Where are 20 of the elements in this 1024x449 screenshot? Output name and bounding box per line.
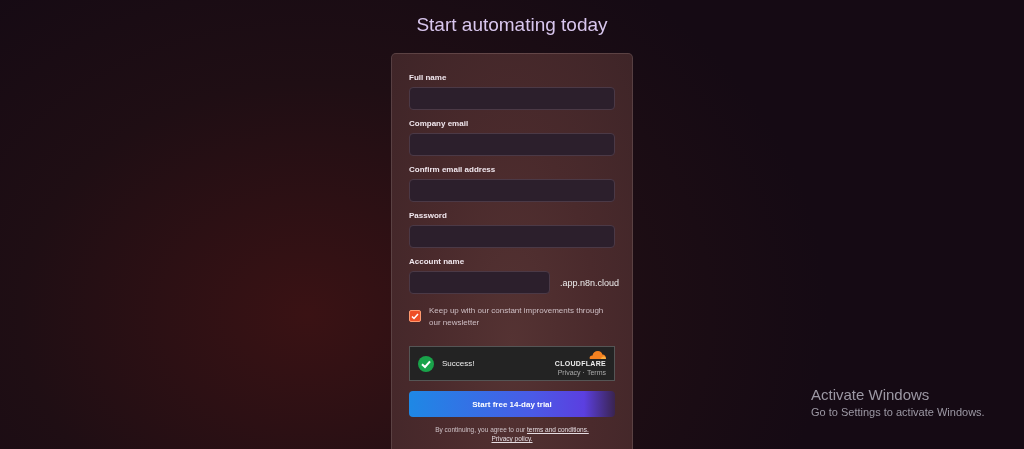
field-label: Full name bbox=[409, 73, 448, 83]
newsletter-label: Keep up with our constant improvements through our newsletter bbox=[429, 305, 605, 329]
input-field[interactable] bbox=[409, 225, 615, 248]
field-label: Password bbox=[409, 211, 448, 221]
input-field[interactable] bbox=[409, 271, 550, 294]
success-check-icon bbox=[418, 355, 434, 372]
field-label: Company email bbox=[409, 119, 470, 129]
page-title: Start automating today bbox=[416, 13, 608, 37]
start-trial-button[interactable]: Start free 14-day trial bbox=[409, 391, 615, 417]
activation-title: Activate Windows bbox=[811, 386, 931, 403]
input-field[interactable] bbox=[409, 179, 615, 202]
input-field[interactable] bbox=[409, 133, 615, 156]
input-field[interactable] bbox=[409, 87, 615, 110]
field-label: Confirm email address bbox=[409, 165, 497, 175]
domain-suffix: .app.n8n.cloud bbox=[560, 277, 620, 288]
captcha-status: Success! bbox=[442, 359, 476, 368]
newsletter-checkbox[interactable] bbox=[409, 310, 421, 322]
field-label: Account name bbox=[409, 257, 466, 267]
cloud-logo-icon bbox=[588, 350, 606, 359]
activation-message: Go to Settings to activate Windows. bbox=[811, 406, 985, 418]
